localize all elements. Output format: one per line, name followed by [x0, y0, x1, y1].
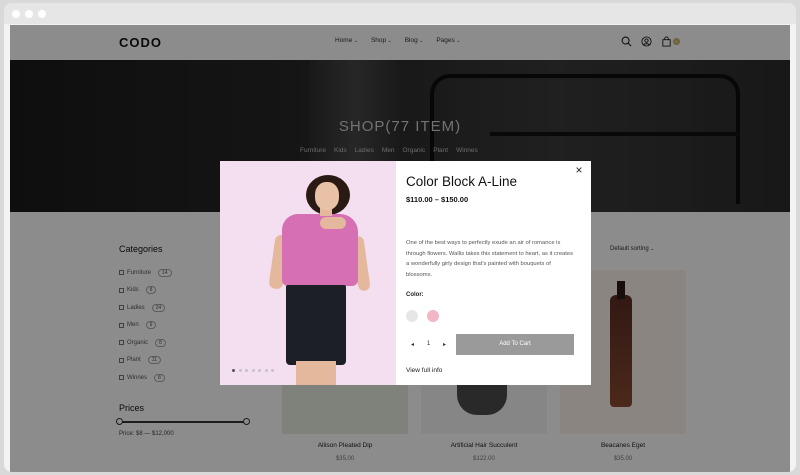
model-hand [320, 217, 346, 229]
window-titlebar [4, 3, 796, 24]
model-skirt [286, 285, 346, 365]
window-dot-icon[interactable] [38, 9, 46, 18]
product-title: Color Block A-Line [406, 174, 518, 189]
gallery-pagination [232, 369, 274, 372]
quantity-stepper[interactable]: ◂ 1 ▸ [406, 334, 451, 354]
model-legs [296, 361, 336, 385]
product-description: One of the best ways to perfectly exude … [406, 240, 574, 278]
gallery-dot[interactable] [271, 369, 274, 372]
increase-arrow-icon[interactable]: ▸ [443, 341, 446, 348]
gallery-dot[interactable] [238, 369, 242, 372]
window-dot-icon[interactable] [12, 9, 20, 18]
gallery-dot[interactable] [232, 369, 235, 372]
quick-view-modal: × Color Block A-Line $110.00 – $150.00 O… [220, 161, 591, 385]
close-icon[interactable]: × [573, 163, 585, 177]
shop-page: CODO Home Shop Blog Pages 0 SHOP(77 ITEM… [10, 25, 790, 472]
gallery-dot[interactable] [264, 369, 268, 372]
product-price-range: $110.00 – $150.00 [406, 195, 469, 204]
model-face [315, 182, 339, 210]
color-swatch-grey[interactable] [406, 310, 418, 322]
add-to-cart-button[interactable]: Add To Cart [456, 334, 574, 355]
window-dot-icon[interactable] [25, 9, 33, 18]
color-label: Color: [406, 292, 424, 298]
gallery-dot[interactable] [251, 369, 255, 372]
gallery-dot[interactable] [245, 369, 248, 372]
product-gallery[interactable] [220, 161, 396, 385]
gallery-dot[interactable] [258, 369, 261, 372]
quantity-value: 1 [426, 341, 431, 347]
decrease-arrow-icon[interactable]: ◂ [411, 341, 414, 348]
browser-window: CODO Home Shop Blog Pages 0 SHOP(77 ITEM… [4, 3, 796, 472]
color-swatch-pink[interactable] [427, 310, 439, 322]
view-full-info-link[interactable]: View full info [406, 367, 442, 374]
